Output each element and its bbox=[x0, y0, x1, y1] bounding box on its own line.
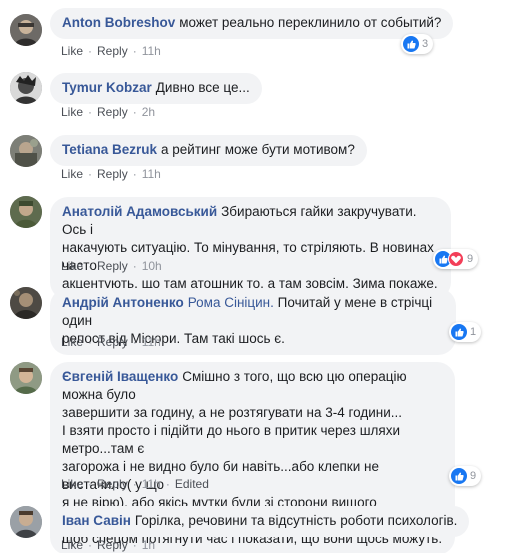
comment-bubble: Іван Савін Горілка, речовини та відсутніс… bbox=[50, 506, 470, 537]
mention-link[interactable]: Рома Сініцин. bbox=[188, 295, 274, 310]
comment-actions: Like · Reply · 10h bbox=[61, 259, 162, 273]
reply-link[interactable]: Reply bbox=[97, 538, 128, 552]
comment-actions: Like · Reply · 2h bbox=[61, 105, 156, 119]
comment-time[interactable]: 1h bbox=[142, 538, 155, 552]
comment-author[interactable]: Tymur Kobzar bbox=[62, 80, 152, 95]
like-link[interactable]: Like bbox=[61, 44, 83, 58]
avatar[interactable] bbox=[10, 135, 42, 167]
comment-text-line: завершити за годину, а не розтягувати на… bbox=[62, 405, 403, 420]
avatar[interactable] bbox=[10, 14, 42, 46]
comment-time[interactable]: 11h bbox=[142, 167, 161, 181]
comment-text-line: І взяти просто і підійти до нього в прит… bbox=[62, 423, 401, 456]
reply-link[interactable]: Reply bbox=[97, 105, 128, 119]
like-icon bbox=[403, 36, 419, 52]
avatar[interactable] bbox=[10, 287, 42, 319]
like-link[interactable]: Like bbox=[61, 477, 83, 491]
avatar[interactable] bbox=[10, 196, 42, 228]
avatar[interactable] bbox=[10, 362, 42, 394]
reaction-badge[interactable]: 3 bbox=[401, 34, 434, 54]
edited-label[interactable]: Edited bbox=[175, 477, 209, 491]
comment-author[interactable]: Андрій Антоненко bbox=[62, 295, 184, 310]
comment-author[interactable]: Анатолій Адамовський bbox=[62, 204, 217, 219]
comment-actions: Like · Reply · 11h bbox=[61, 44, 161, 58]
like-icon bbox=[451, 324, 467, 340]
comment-text: Дивно все це... bbox=[155, 80, 250, 95]
reaction-count: 9 bbox=[470, 470, 477, 482]
reply-link[interactable]: Reply bbox=[97, 259, 128, 273]
like-link[interactable]: Like bbox=[61, 105, 83, 119]
like-link[interactable]: Like bbox=[61, 259, 83, 273]
like-link[interactable]: Like bbox=[61, 335, 83, 349]
comment-bubble: Anton Bobreshov может реально переклинило… bbox=[50, 8, 454, 39]
comment-text: а рейтинг може бути мотивом? bbox=[161, 142, 355, 157]
reaction-badge[interactable]: 9 bbox=[449, 466, 482, 486]
comment-bubble: Tetiana Bezruk а рейтинг може бути мотиво… bbox=[50, 135, 367, 166]
comment-time[interactable]: 11h bbox=[142, 477, 161, 491]
reply-link[interactable]: Reply bbox=[97, 167, 128, 181]
comment-actions: Like · Reply · 1h bbox=[61, 538, 156, 552]
comment-author[interactable]: Іван Савін bbox=[62, 513, 131, 528]
reaction-badge[interactable]: 1 bbox=[449, 322, 482, 342]
comment-time[interactable]: 10h bbox=[142, 259, 162, 273]
like-link[interactable]: Like bbox=[61, 538, 83, 552]
comment-actions: Like · Reply · 11h · Edited bbox=[61, 477, 209, 491]
avatar[interactable] bbox=[10, 506, 42, 538]
comment-actions: Like · Reply · 11h bbox=[61, 167, 161, 181]
comment-author[interactable]: Tetiana Bezruk bbox=[62, 142, 157, 157]
like-link[interactable]: Like bbox=[61, 167, 83, 181]
reaction-count: 9 bbox=[467, 253, 474, 265]
reply-link[interactable]: Reply bbox=[97, 44, 128, 58]
reaction-badge[interactable]: 9 bbox=[433, 249, 479, 269]
comment-bubble: Анатолій Адамовський Збираються гайки зак… bbox=[50, 197, 451, 300]
comment-text: может реально переклинило от событий? bbox=[179, 15, 442, 30]
comment-bubble: Tymur Kobzar Дивно все це... bbox=[50, 73, 262, 104]
comment-author[interactable]: Євгеній Іващенко bbox=[62, 369, 178, 384]
like-icon bbox=[451, 468, 467, 484]
reaction-count: 3 bbox=[422, 38, 429, 50]
reaction-count: 1 bbox=[470, 326, 477, 338]
comment-text: Горілка, речовини та відсутність роботи … bbox=[134, 513, 458, 528]
comment-actions: Like · Reply · 11h bbox=[61, 335, 161, 349]
comment-author[interactable]: Anton Bobreshov bbox=[62, 15, 175, 30]
reply-link[interactable]: Reply bbox=[97, 477, 128, 491]
comment-time[interactable]: 11h bbox=[142, 44, 161, 58]
comment-time[interactable]: 2h bbox=[142, 105, 155, 119]
avatar[interactable] bbox=[10, 72, 42, 104]
comment-time[interactable]: 11h bbox=[142, 335, 161, 349]
reply-link[interactable]: Reply bbox=[97, 335, 128, 349]
love-icon bbox=[448, 251, 464, 267]
